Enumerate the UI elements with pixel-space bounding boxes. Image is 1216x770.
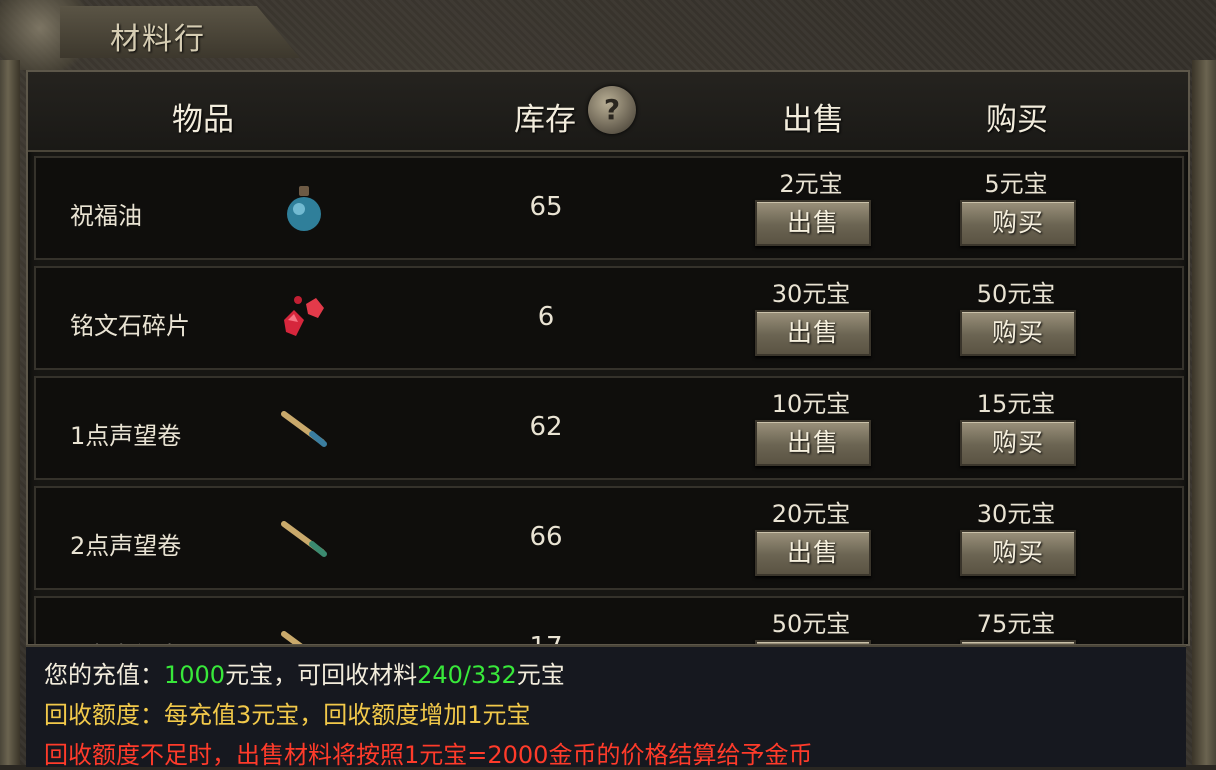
item-name: 2点声望卷 [70, 532, 182, 560]
item-name: 祝福油 [70, 202, 142, 230]
blessing-oil-potion-icon [287, 186, 321, 231]
item-stock: 62 [529, 412, 563, 442]
column-header-sell: 出售 [782, 102, 844, 138]
scroll-icon [281, 521, 327, 557]
info-footer: 您的充值：1000元宝，可回收材料240/332元宝 回收额度：每充值3元宝，回… [26, 645, 1186, 769]
table-row: 5点声望卷 17 50元宝 75元宝 出售 购买 [34, 596, 1184, 644]
table-row: 1点声望卷 62 10元宝 15元宝 出售 购买 [34, 376, 1184, 480]
column-header-buy: 购买 [986, 102, 1048, 138]
buy-price: 30元宝 [976, 500, 1056, 528]
recharge-amount: 1000 [164, 661, 226, 689]
buy-price: 50元宝 [976, 280, 1056, 308]
item-stock: 65 [529, 192, 563, 222]
table-header: 物品 库存 ? 出售 购买 [28, 72, 1188, 152]
column-header-item: 物品 [172, 102, 234, 138]
table-row: 2点声望卷 66 20元宝 30元宝 出售 购买 [34, 486, 1184, 590]
buy-button[interactable]: 购买 [960, 530, 1076, 576]
table-row: 祝福油 65 2元宝 5元宝 出售 购买 [34, 156, 1184, 260]
sell-button[interactable]: 出售 [755, 310, 871, 356]
frame-border-left [0, 60, 20, 765]
red-gem-shards-icon [284, 296, 324, 336]
recharge-label: 您的充值： [44, 661, 164, 689]
item-stock: 66 [529, 522, 563, 552]
sell-price: 20元宝 [771, 500, 851, 528]
item-name: 1点声望卷 [70, 422, 182, 450]
column-header-stock: 库存 [514, 102, 576, 138]
table-row: 铭文石碎片 6 30元宝 50元宝 出售 购买 [34, 266, 1184, 370]
scroll-icon [281, 411, 327, 447]
sell-price: 2元宝 [779, 170, 843, 198]
buy-price: 15元宝 [976, 390, 1056, 418]
buy-button[interactable]: 购买 [960, 200, 1076, 246]
sell-price: 30元宝 [771, 280, 851, 308]
recycle-quota-info: 回收额度：每充值3元宝，回收额度增加1元宝 [44, 701, 531, 729]
frame-border-right [1192, 60, 1216, 765]
item-stock: 6 [537, 302, 555, 332]
item-stock: 17 [506, 632, 586, 644]
currency-suffix: 元宝 [516, 661, 565, 689]
materials-table: 物品 库存 ? 出售 购买 祝福油 65 2元宝 5元宝 出售 购买 铭文石碎片… [26, 70, 1190, 646]
buy-price: 5元宝 [984, 170, 1048, 198]
recharge-info: 您的充值：1000元宝，可回收材料240/332元宝 [44, 655, 565, 690]
window-title: 材料行 [110, 22, 206, 57]
help-icon[interactable]: ? [588, 86, 636, 134]
sell-button[interactable]: 出售 [755, 530, 871, 576]
buy-button[interactable]: 购买 [960, 310, 1076, 356]
sell-button[interactable]: 出售 [755, 420, 871, 466]
recycle-amount: 240/332 [417, 661, 517, 689]
item-name: 铭文石碎片 [70, 312, 190, 340]
sell-price: 10元宝 [771, 390, 851, 418]
recycle-label: 元宝，可回收材料 [225, 661, 418, 689]
scroll-icon [281, 631, 303, 644]
buy-button[interactable]: 购买 [960, 420, 1076, 466]
sell-price: 50元宝 [771, 610, 851, 638]
sell-button[interactable]: 出售 [755, 200, 871, 246]
buy-price: 75元宝 [976, 610, 1056, 638]
